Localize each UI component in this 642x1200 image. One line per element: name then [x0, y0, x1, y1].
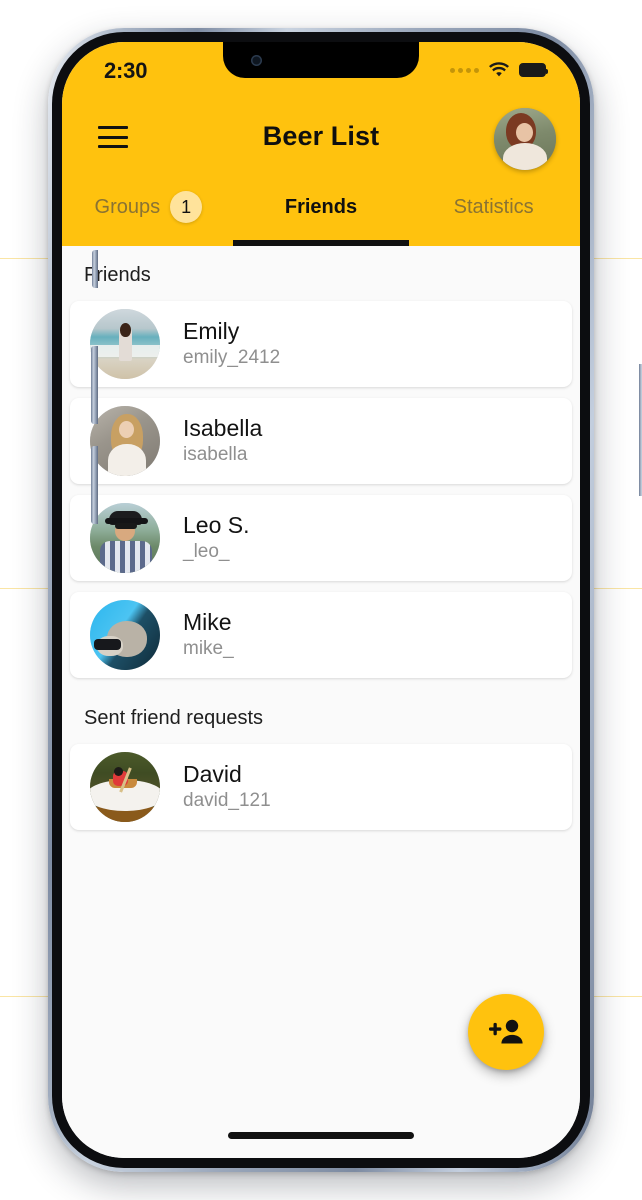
friend-info: Leo S. _leo_ [183, 512, 250, 565]
list-item[interactable]: Isabella isabella [70, 398, 572, 484]
friend-info: Mike mike_ [183, 609, 234, 662]
person-add-icon [489, 1019, 523, 1044]
status-bar: 2:30 [62, 42, 580, 104]
friend-handle: isabella [183, 443, 248, 465]
friend-name: David [183, 760, 242, 787]
phone-screen: 2:30 Beer List Groups 1 Friends Statisti… [62, 42, 580, 1158]
notch [223, 42, 419, 78]
friend-photo [90, 503, 160, 573]
friend-info: Emily emily_2412 [183, 318, 280, 371]
section-header-sent-requests: Sent friend requests [84, 707, 263, 729]
tab-bar: Groups 1 Friends Statistics [62, 178, 580, 246]
volume-up-button[interactable] [91, 346, 98, 424]
tab-groups[interactable]: Groups 1 [62, 178, 235, 246]
friend-name: Leo S. [183, 511, 250, 538]
active-tab-indicator [233, 240, 409, 246]
add-friend-button[interactable] [468, 994, 544, 1070]
friend-handle: _leo_ [183, 540, 230, 562]
volume-down-button[interactable] [91, 446, 98, 524]
list-item[interactable]: Mike mike_ [70, 592, 572, 678]
home-indicator [228, 1132, 414, 1139]
tab-friends[interactable]: Friends [233, 178, 409, 246]
mute-switch-button[interactable] [92, 250, 98, 288]
friend-handle: emily_2412 [183, 346, 281, 368]
tab-groups-badge: 1 [170, 191, 203, 223]
list-item[interactable]: Leo S. _leo_ [70, 495, 572, 581]
tab-friends-label: Friends [284, 195, 358, 218]
friend-handle: david_121 [183, 789, 271, 811]
tab-statistics[interactable]: Statistics [407, 178, 580, 246]
list-item[interactable]: David david_121 [70, 744, 572, 830]
battery-icon [519, 63, 548, 77]
tab-groups-label: Groups [94, 195, 161, 218]
status-bar-clock: 2:30 [104, 58, 148, 83]
friend-info: David david_121 [183, 761, 271, 814]
phone-frame: 2:30 Beer List Groups 1 Friends Statisti… [48, 28, 642, 1172]
friend-name: Isabella [183, 414, 263, 441]
app-bar: Beer List [62, 104, 580, 178]
friend-handle: mike_ [183, 637, 234, 659]
signal-dots-icon [450, 67, 479, 73]
friend-name: Mike [183, 608, 232, 635]
friend-photo [90, 309, 160, 379]
tab-statistics-label: Statistics [453, 195, 534, 218]
friend-info: Isabella isabella [183, 415, 262, 468]
friend-name: Emily [183, 317, 240, 344]
wifi-icon [489, 62, 509, 77]
front-camera-icon [251, 55, 262, 66]
friend-photo [90, 406, 160, 476]
list-item[interactable]: Emily emily_2412 [70, 301, 572, 387]
friend-photo [90, 600, 160, 670]
friend-photo [90, 752, 160, 822]
section-header-friends: Friends [84, 264, 151, 286]
status-bar-icons [450, 62, 548, 78]
avatar[interactable] [494, 108, 556, 170]
